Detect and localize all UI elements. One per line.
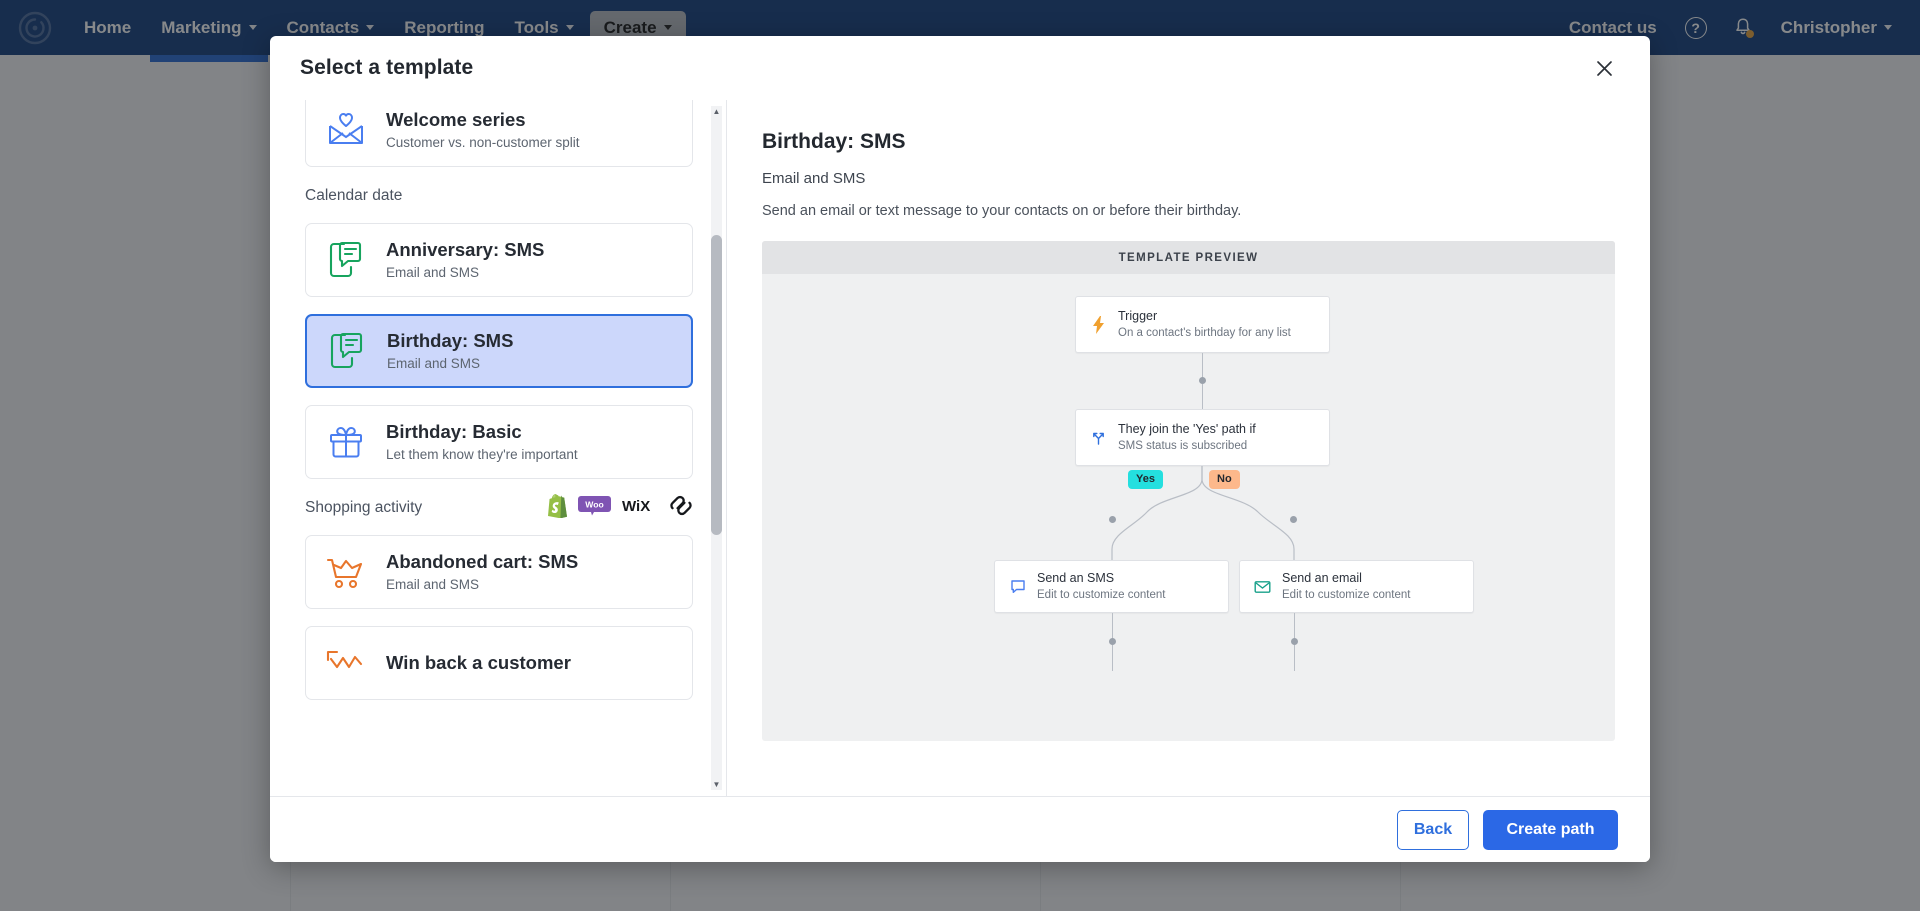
envelope-heart-icon (324, 110, 368, 150)
flow-connector (1294, 645, 1295, 671)
wix-logo-icon: WiX (622, 497, 658, 519)
template-group-title: Calendar date (305, 187, 402, 205)
template-preview-box: TEMPLATE PREVIEW Trigger On a contact's … (762, 241, 1615, 741)
template-card-welcome-series[interactable]: Welcome series Customer vs. non-customer… (305, 100, 693, 167)
flow-node-subtitle: Edit to customize content (1037, 587, 1165, 604)
template-card-subtitle: Email and SMS (387, 354, 513, 374)
flow-connector-dot (1290, 516, 1297, 523)
template-preview-label: TEMPLATE PREVIEW (1119, 252, 1259, 264)
svg-text:WiX: WiX (622, 498, 650, 514)
chevron-up-icon[interactable]: ▲ (711, 106, 722, 117)
phone-sms-icon (324, 239, 368, 281)
template-preview-flow: Trigger On a contact's birthday for any … (762, 274, 1615, 741)
flow-node-trigger[interactable]: Trigger On a contact's birthday for any … (1075, 296, 1330, 353)
modal-footer: Back Create path (270, 796, 1650, 862)
template-group-calendar-date: Calendar date (305, 184, 693, 208)
flow-connector-dot (1109, 638, 1116, 645)
template-card-birthday-basic[interactable]: Birthday: Basic Let them know they're im… (305, 405, 693, 479)
select-template-modal: Select a template (270, 36, 1650, 862)
template-card-title: Abandoned cart: SMS (386, 550, 578, 574)
template-group-title: Shopping activity (305, 499, 422, 517)
chevron-down-icon[interactable]: ▼ (711, 779, 722, 790)
gift-icon (324, 422, 368, 462)
template-card-title: Welcome series (386, 108, 580, 132)
flow-node-title: Send an SMS (1037, 569, 1165, 587)
template-list-pane: Welcome series Customer vs. non-customer… (270, 100, 727, 796)
template-card-subtitle: Email and SMS (386, 263, 544, 283)
flow-node-title: They join the 'Yes' path if (1118, 420, 1256, 438)
split-path-icon (1090, 430, 1107, 446)
flow-node-title: Trigger (1118, 307, 1291, 325)
trend-arrow-icon (324, 646, 368, 680)
flow-branch-badge-no: No (1209, 470, 1240, 489)
back-button[interactable]: Back (1397, 810, 1469, 850)
flow-node-subtitle: On a contact's birthday for any list (1118, 325, 1291, 342)
template-detail-pane: Birthday: SMS Email and SMS Send an emai… (727, 100, 1650, 796)
woocommerce-logo-icon: Woo (578, 495, 611, 521)
template-card-title: Birthday: Basic (386, 420, 578, 444)
flow-node-title: Send an email (1282, 569, 1410, 587)
flow-node-subtitle: Edit to customize content (1282, 587, 1410, 604)
chat-bubble-icon (1009, 579, 1026, 594)
envelope-icon (1254, 580, 1271, 594)
template-card-abandoned-cart-sms[interactable]: Abandoned cart: SMS Email and SMS (305, 535, 693, 609)
flow-connector (1294, 613, 1295, 639)
template-card-subtitle: Email and SMS (386, 575, 578, 595)
template-card-subtitle: Let them know they're important (386, 445, 578, 465)
flow-connector (1202, 384, 1203, 409)
template-list-scroll: Welcome series Customer vs. non-customer… (270, 100, 713, 796)
detail-title: Birthday: SMS (762, 130, 1615, 154)
shopping-cart-icon (324, 552, 368, 592)
template-card-subtitle: Customer vs. non-customer split (386, 133, 580, 153)
template-card-title: Birthday: SMS (387, 329, 513, 353)
detail-description: Send an email or text message to your co… (762, 203, 1615, 219)
lightning-bolt-icon (1090, 316, 1107, 334)
shopify-logo-icon (546, 494, 567, 523)
flow-node-send-sms[interactable]: Send an SMS Edit to customize content (994, 560, 1229, 613)
template-group-shopping-activity: Shopping activity (305, 496, 693, 520)
template-card-title: Anniversary: SMS (386, 238, 544, 262)
template-card-birthday-sms[interactable]: Birthday: SMS Email and SMS (305, 314, 693, 388)
flow-node-subtitle: SMS status is subscribed (1118, 438, 1256, 455)
modal-title: Select a template (300, 56, 473, 80)
detail-subtitle: Email and SMS (762, 170, 1615, 187)
modal-body: Welcome series Customer vs. non-customer… (270, 100, 1650, 796)
template-card-title: Win back a customer (386, 651, 571, 675)
create-path-button[interactable]: Create path (1483, 810, 1618, 850)
flow-connector (1202, 353, 1203, 379)
flow-branch-badge-yes: Yes (1128, 470, 1163, 489)
flow-connector (1112, 645, 1113, 671)
close-icon[interactable] (1590, 54, 1618, 82)
template-card-anniversary-sms[interactable]: Anniversary: SMS Email and SMS (305, 223, 693, 297)
template-preview-header: TEMPLATE PREVIEW (762, 241, 1615, 274)
flow-node-send-email[interactable]: Send an email Edit to customize content (1239, 560, 1474, 613)
flow-connector-dot (1109, 516, 1116, 523)
flow-connector-dot (1291, 638, 1298, 645)
flow-connector-dot (1199, 377, 1206, 384)
phone-sms-icon (325, 330, 369, 372)
template-list-scrollbar-thumb[interactable] (711, 235, 722, 535)
integration-logos: Woo WiX (546, 494, 693, 523)
flow-connector (1112, 613, 1113, 639)
svg-text:Woo: Woo (585, 500, 603, 510)
squarespace-logo-icon (669, 495, 693, 521)
template-card-win-back-customer[interactable]: Win back a customer (305, 626, 693, 700)
flow-node-condition[interactable]: They join the 'Yes' path if SMS status i… (1075, 409, 1330, 466)
modal-header: Select a template (270, 36, 1650, 100)
